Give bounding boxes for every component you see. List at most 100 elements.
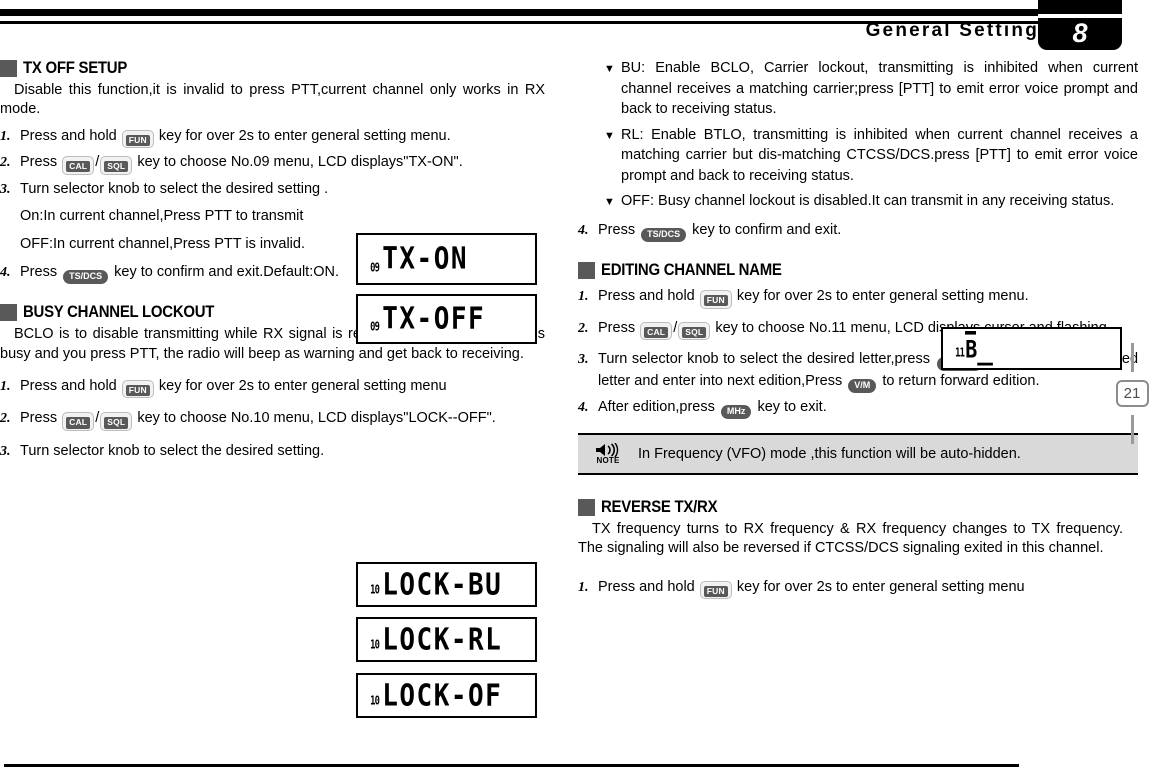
lcd-value-text: LOCK-OF	[382, 677, 503, 714]
section-reverse-tx-rx: REVERSE TX/RX TX frequency turns to RX f…	[578, 497, 1138, 600]
step-text: Turn selector knob to select the desired…	[20, 442, 325, 459]
key-label: CAL	[66, 161, 91, 173]
step-text-pre: Press and hold	[20, 127, 117, 144]
list-item-text: OFF: Busy channel lockout is disabled.It…	[621, 193, 1115, 210]
lcd-cursor: _	[977, 330, 993, 367]
list-item: ▼ RL: Enable BTLO, transmitting is inhib…	[578, 125, 1138, 187]
header-title: General Setting	[865, 20, 1039, 41]
step-text: Press CAL / SQL key to choose No.10 menu, …	[20, 408, 560, 431]
step-text-pre: Press	[20, 264, 58, 281]
key-sql-button[interactable]: SQL	[678, 321, 711, 341]
step-item: 4. After edition,press MHz key to exit.	[578, 397, 1138, 420]
section-intro-paragraph: TX frequency turns to RX frequency & RX …	[578, 521, 1123, 557]
page-tab-tick-bottom	[1130, 415, 1134, 444]
step-text-post: key to confirm and exit.Default:ON.	[114, 264, 339, 281]
steps-list-busy-lockout: 1. Press and hold FUN key for over 2s to…	[0, 376, 560, 462]
speaker-note-icon: NOTE	[588, 443, 628, 465]
list-item-text: BU: Enable BCLO, Carrier lockout, transm…	[621, 60, 1138, 118]
lcd-display-lock-rl: 10 LOCK-RL	[356, 617, 537, 662]
lcd-display-tx-off: 09 TX-OFF	[356, 294, 537, 344]
section-bullet-square-icon	[578, 498, 595, 516]
step-number: 4.	[0, 265, 11, 281]
step-number: 2.	[0, 155, 11, 171]
page-number-tab: 21	[1115, 343, 1149, 444]
page-header: General Setting 8	[0, 0, 1155, 56]
step-text: Press and hold FUN key for over 2s to en…	[20, 376, 560, 399]
lcd-display-tx-on: 09 TX-ON	[356, 233, 537, 285]
page-number: 21	[1115, 380, 1149, 407]
lcd-value-text: LOCK-BU	[382, 566, 503, 603]
key-cal-button[interactable]: CAL	[62, 412, 95, 431]
step-text: Press and hold FUN key for over 2s to en…	[598, 286, 1138, 309]
step-text-post: key for over 2s to enter general setting…	[158, 377, 447, 394]
step-number: 3.	[0, 443, 11, 459]
lcd-menu-index: 10	[370, 693, 380, 708]
key-label: FUN	[125, 384, 150, 397]
key-sql-button[interactable]: SQL	[100, 156, 133, 175]
step-text-pre: Turn selector knob to select the desired…	[20, 180, 329, 197]
step-text-post: key for over 2s to enter general setting…	[736, 578, 1025, 595]
section-title-text: TX OFF SETUP	[23, 58, 128, 77]
key-separator: /	[95, 154, 100, 171]
step-item: 2. Press CAL / SQL key to choose No.10 men…	[0, 408, 560, 431]
step-text-pre: Press	[20, 410, 58, 427]
note-callout-box: NOTE In Frequency (VFO) mode ,this funct…	[578, 433, 1138, 476]
note-label-text: NOTE	[596, 456, 620, 466]
key-fun-button[interactable]: FUN	[121, 379, 154, 399]
lcd-menu-index: 09	[370, 319, 380, 334]
key-vm-button[interactable]: V/M	[848, 378, 877, 394]
step-substep-on: On:In current channel,Press PTT to trans…	[20, 208, 304, 225]
triangle-bullet-icon: ▼	[604, 196, 615, 209]
lcd-display-channel-name: 11 B _	[941, 327, 1122, 370]
footer-rule	[4, 764, 1019, 767]
step-item: 1. Press and hold FUN key for over 2s to…	[0, 376, 560, 399]
step-text-pre: Press and hold	[598, 578, 695, 595]
lcd-menu-index: 09	[370, 260, 380, 275]
key-fun-button[interactable]: FUN	[699, 290, 732, 309]
step-number: 3.	[578, 352, 589, 368]
step-text-pre: Press and hold	[20, 377, 117, 394]
lcd-value-text: TX-ON	[382, 241, 469, 277]
step-text: After edition,press MHz key to exit.	[598, 397, 1138, 420]
lcd-display-lock-of: 10 LOCK-OF	[356, 673, 537, 718]
note-body-text: In Frequency (VFO) mode ,this function w…	[638, 446, 1021, 463]
step-item-lockout-confirm: 4. Press TS/DCS key to confirm and exit.	[578, 220, 1138, 243]
step-text-post: key to confirm and exit.	[692, 222, 842, 239]
lcd-menu-index: 10	[370, 582, 380, 597]
key-ts-dcs-button[interactable]: TS/DCS	[63, 269, 109, 285]
key-fun-button[interactable]: FUN	[121, 129, 154, 149]
step-text-pre: Press and hold	[598, 288, 695, 305]
key-label: FUN	[703, 295, 728, 307]
key-label: FUN	[125, 134, 150, 146]
section-intro-paragraph: Disable this function,it is invalid to p…	[0, 82, 545, 118]
key-separator: /	[95, 410, 100, 427]
section-bullet-square-icon	[578, 261, 595, 279]
section-bullet-square-icon	[0, 59, 17, 77]
chapter-badge: 8	[1038, 0, 1122, 50]
key-label: FUN	[703, 585, 728, 598]
section-title-text: EDITING CHANNEL NAME	[601, 260, 782, 280]
step-text-post: key for over 2s to enter general setting…	[736, 288, 1029, 305]
key-mhz-button[interactable]: MHz	[720, 404, 752, 420]
key-ts-dcs-button[interactable]: TS/DCS	[641, 227, 687, 243]
lcd-display-lock-bu: 10 LOCK-BU	[356, 562, 537, 607]
key-cal-button[interactable]: CAL	[640, 321, 673, 341]
section-title-text: BUSY CHANNEL LOCKOUT	[23, 302, 215, 322]
step-text-pre: Press	[20, 154, 58, 171]
key-label: CAL	[644, 326, 669, 338]
step-text-post: key to exit.	[757, 399, 827, 416]
section-bullet-square-icon	[0, 303, 17, 321]
key-fun-button[interactable]: FUN	[699, 580, 732, 600]
lockout-options-list: ▼ BU: Enable BCLO, Carrier lockout, tran…	[578, 58, 1138, 212]
key-label: SQL	[104, 417, 129, 429]
step-number: 4.	[578, 400, 589, 416]
key-sql-button[interactable]: SQL	[100, 412, 133, 431]
chapter-number: 8	[1072, 18, 1088, 48]
step-text: Press and hold FUN key for over 2s to en…	[598, 577, 1138, 600]
triangle-bullet-icon: ▼	[604, 63, 615, 75]
step-number: 4.	[578, 223, 589, 239]
step-number: 2.	[0, 411, 11, 427]
step-number: 1.	[0, 128, 11, 144]
list-item: ▼ BU: Enable BCLO, Carrier lockout, tran…	[578, 58, 1138, 120]
key-cal-button[interactable]: CAL	[62, 156, 95, 175]
